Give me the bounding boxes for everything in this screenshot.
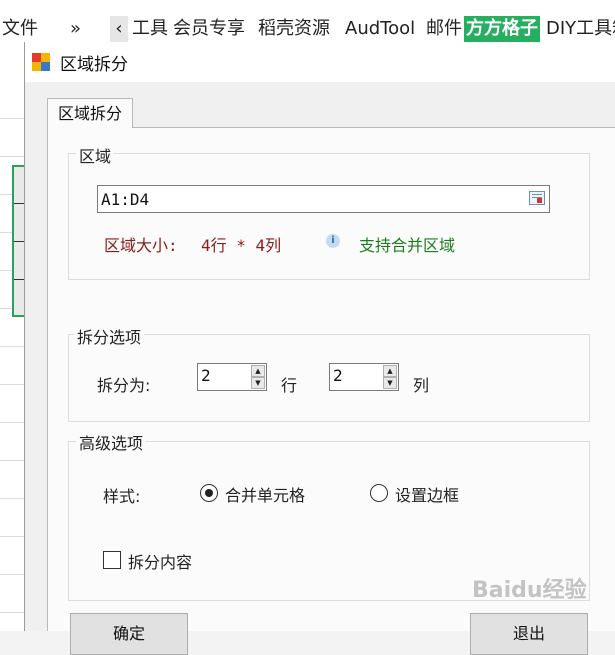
ribbon-tab-diy[interactable]: DIY工具箱: [546, 16, 615, 42]
split-range-dialog: 区域拆分 区域拆分 区域 A1:D4 区域大小: 4行 * 4列 i 支持合并区…: [24, 42, 615, 655]
spin-up-icon[interactable]: ▲: [251, 365, 265, 377]
dialog-title: 区域拆分: [60, 55, 128, 75]
tab-split-range[interactable]: 区域拆分: [47, 98, 133, 128]
spin-down-icon[interactable]: ▼: [251, 377, 265, 389]
split-as-label: 拆分为:: [97, 376, 151, 395]
split-content-checkbox[interactable]: [103, 551, 121, 569]
ribbon-scroll-left-button[interactable]: ‹: [110, 16, 128, 42]
merge-cells-label[interactable]: 合并单元格: [225, 482, 305, 506]
baidu-watermark: Baidu经验: [472, 578, 587, 603]
cols-spinner[interactable]: 2 ▲ ▼: [329, 363, 399, 391]
region-size-label: 区域大小:: [104, 236, 178, 255]
rows-value: 2: [201, 366, 211, 385]
split-content-label[interactable]: 拆分内容: [128, 549, 192, 573]
dialog-titlebar[interactable]: 区域拆分: [25, 42, 615, 82]
ribbon-tab-audtool[interactable]: AudTool: [345, 16, 415, 42]
info-icon: i: [326, 234, 340, 248]
region-group-label: 区域: [76, 143, 115, 167]
range-picker-icon[interactable]: [529, 191, 545, 205]
style-label: 样式:: [103, 487, 141, 506]
range-input[interactable]: A1:D4: [97, 185, 550, 213]
cols-unit-label: 列: [413, 376, 430, 395]
rows-unit-label: 行: [281, 376, 298, 395]
ribbon-tab-mail[interactable]: 邮件: [426, 16, 462, 42]
tab-panel: 区域 A1:D4 区域大小: 4行 * 4列 i 支持合并区域 拆分选项 拆分为…: [47, 127, 615, 655]
ribbon-tab-member[interactable]: 会员专享: [173, 16, 245, 42]
region-size-value: 4行 * 4列: [201, 236, 282, 255]
region-group: [68, 153, 590, 280]
ribbon-file-menu[interactable]: 文件: [2, 16, 38, 42]
exit-button[interactable]: 退出: [470, 613, 588, 655]
ribbon-more-button[interactable]: »: [70, 16, 81, 42]
spin-down-icon[interactable]: ▼: [383, 377, 397, 389]
rows-spinner[interactable]: 2 ▲ ▼: [197, 363, 267, 391]
ribbon-tab-docer[interactable]: 稻壳资源: [258, 16, 330, 42]
radio-set-border[interactable]: [370, 484, 388, 502]
spin-up-icon[interactable]: ▲: [383, 365, 397, 377]
merge-support-note: 支持合并区域: [359, 236, 456, 255]
ribbon-tab-fangfanggezi[interactable]: 方方格子: [464, 16, 540, 42]
radio-merge-cells[interactable]: [200, 484, 218, 502]
advanced-options-group-label: 高级选项: [76, 430, 147, 454]
ribbon-tab-tools[interactable]: 工具: [132, 16, 168, 42]
set-border-label[interactable]: 设置边框: [395, 482, 459, 506]
cols-value: 2: [333, 366, 343, 385]
split-options-group-label: 拆分选项: [74, 324, 145, 348]
app-icon: [32, 53, 51, 72]
ok-button[interactable]: 确定: [70, 613, 188, 655]
range-input-value: A1:D4: [101, 190, 150, 209]
